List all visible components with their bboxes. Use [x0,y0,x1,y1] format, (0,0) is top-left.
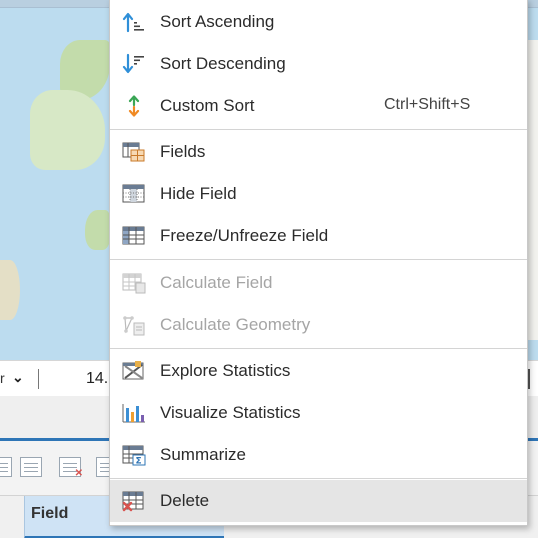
menu-item-custom-sort[interactable]: Custom Sort Ctrl+Shift+S [110,85,527,127]
calculate-field-icon [122,272,146,294]
chevron-down-icon[interactable]: ⌄ [12,369,24,386]
menu-item-calculate-geometry: Calculate Geometry [110,304,527,346]
menu-item-summarize[interactable]: Σ Summarize [110,434,527,476]
sort-descending-icon [122,53,146,75]
delete-icon [122,490,146,512]
menu-item-label: Custom Sort [160,96,255,115]
menu-item-label: Fields [160,142,206,161]
map-land [85,210,110,250]
sort-ascending-icon [122,11,146,33]
menu-item-explore-statistics[interactable]: Explore Statistics [110,350,527,392]
field-list-icon[interactable] [20,457,42,477]
calculate-geometry-icon [122,314,146,336]
menu-divider [110,478,527,479]
menu-item-label: Sort Descending [160,54,286,73]
status-separator [38,369,39,389]
menu-item-visualize-statistics[interactable]: Visualize Statistics [110,392,527,434]
custom-sort-icon [122,95,146,117]
menu-item-calculate-field: Calculate Field [110,262,527,304]
menu-item-label: Delete [160,491,210,510]
delete-field-icon[interactable]: ✕ [59,457,83,479]
menu-item-hide-field[interactable]: Hide Field [110,173,527,215]
menu-item-label: Summarize [160,445,246,464]
scale-dropdown-edge[interactable]: r [0,370,5,386]
context-menu: Sort Ascending Sort Descending Custom So… [109,0,528,526]
menu-item-label: Hide Field [160,184,237,203]
map-land [528,40,538,340]
menu-item-sort-descending[interactable]: Sort Descending [110,43,527,85]
menu-divider [110,259,527,260]
summarize-icon: Σ [122,444,146,467]
menu-item-label: Calculate Geometry [160,315,311,334]
menu-item-fields[interactable]: Fields [110,131,527,173]
menu-divider [110,348,527,349]
svg-text:Σ: Σ [136,457,142,467]
menu-item-sort-ascending[interactable]: Sort Ascending [110,1,527,43]
fields-icon [122,141,146,163]
hide-field-icon [122,183,146,205]
menu-item-label: Calculate Field [160,273,273,292]
freeze-field-icon [122,225,146,247]
map-land [0,260,20,320]
menu-item-delete[interactable]: Delete [110,480,527,522]
status-separator-right [528,369,530,389]
menu-item-label: Explore Statistics [160,361,291,380]
explore-statistics-icon [122,360,146,382]
map-land [30,90,105,170]
menu-item-label: Freeze/Unfreeze Field [160,226,329,245]
menu-item-label: Sort Ascending [160,12,275,31]
add-field-icon[interactable] [0,457,12,477]
menu-divider [110,129,527,130]
coordinate-readout: 14. [86,370,109,387]
menu-item-label: Visualize Statistics [160,403,301,422]
menu-item-freeze-unfreeze-field[interactable]: Freeze/Unfreeze Field [110,215,527,257]
visualize-statistics-icon [122,402,146,424]
menu-item-shortcut: Ctrl+Shift+S [384,96,471,113]
